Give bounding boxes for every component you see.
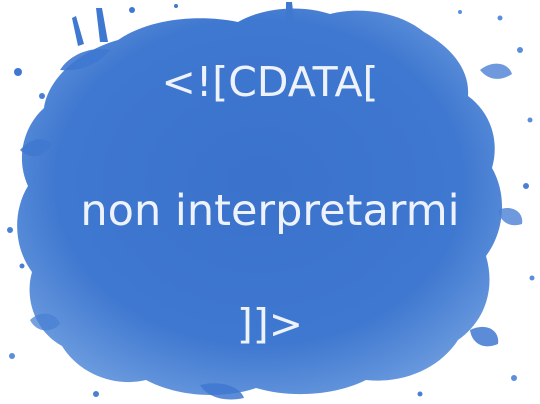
slide: <![CDATA[ non interpretarmi ]]> [0,0,540,404]
cdata-close-text: ]]> [236,300,304,348]
cdata-content-text: non interpretarmi [80,186,460,236]
cdata-open-text: <![CDATA[ [161,58,379,106]
